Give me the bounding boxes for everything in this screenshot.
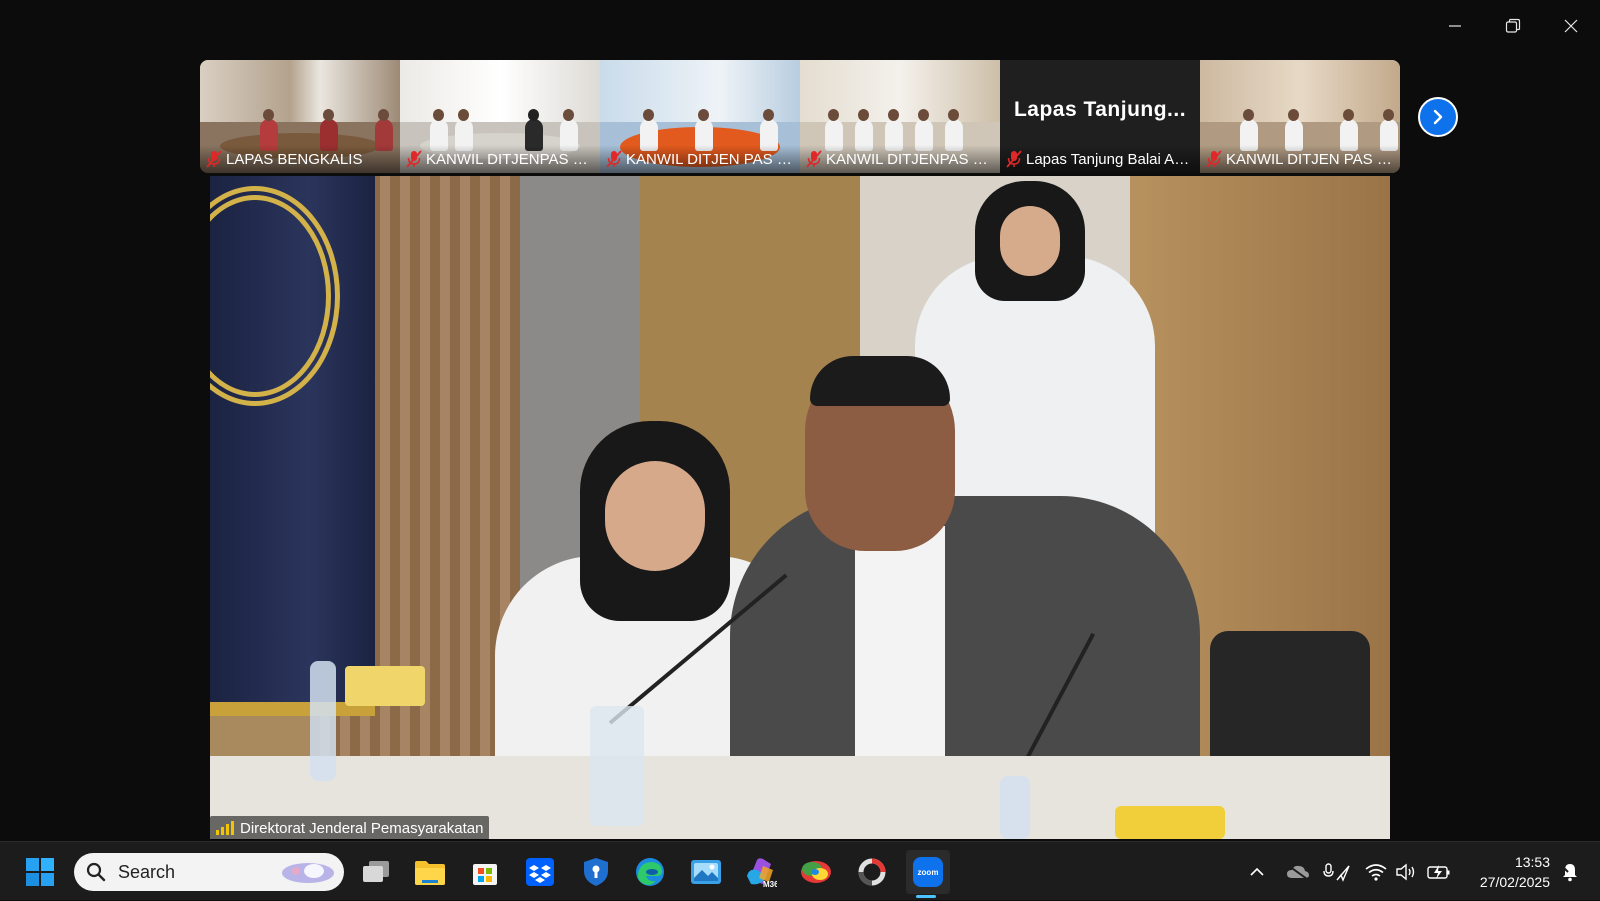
- cloud-off-icon: [1287, 864, 1309, 880]
- wifi-icon: [1365, 863, 1387, 881]
- edge-icon: [636, 858, 664, 886]
- clock[interactable]: 13:53 27/02/2025: [1480, 852, 1550, 892]
- folder-icon: [415, 861, 445, 885]
- bitwarden-button[interactable]: [576, 852, 616, 892]
- main-speaker-name-label: Direktorat Jenderal Pemasyarakatan: [210, 816, 490, 840]
- notification-bell-icon: [1561, 863, 1577, 881]
- main-speaker-name: Direktorat Jenderal Pemasyarakatan: [240, 819, 484, 837]
- zoom-icon: zoom: [913, 857, 943, 887]
- onedrive-tray[interactable]: [1284, 842, 1312, 901]
- minimize-icon: [1449, 25, 1461, 27]
- minimize-button[interactable]: [1426, 0, 1484, 52]
- participant-name: KANWIL DITJEN PAS P...: [626, 150, 794, 168]
- mic-muted-icon: [1006, 150, 1022, 168]
- clock-time: 13:53: [1514, 854, 1550, 870]
- start-button[interactable]: [20, 852, 60, 892]
- color-wheel-icon: [801, 861, 831, 883]
- close-icon: [1564, 19, 1578, 33]
- mic-muted-icon: [1206, 150, 1222, 168]
- window-controls: [1426, 0, 1600, 52]
- speaker-icon: [1396, 863, 1415, 880]
- dropbox-icon: [526, 858, 554, 886]
- ring-app-button[interactable]: [852, 852, 892, 892]
- color-app-button[interactable]: [796, 852, 836, 892]
- clock-date: 27/02/2025: [1479, 874, 1550, 890]
- m365-icon: M365: [747, 858, 777, 888]
- participant-name-label: LAPAS BENGKALIS: [200, 145, 400, 173]
- volume-tray[interactable]: [1392, 842, 1420, 901]
- participant-name-label: Lapas Tanjung Balai As...: [1000, 145, 1200, 173]
- taskbar-search[interactable]: Search: [74, 853, 344, 891]
- chevron-right-icon: [1433, 109, 1443, 125]
- svg-text:zoom: zoom: [918, 868, 939, 877]
- microphone-location-icon: [1323, 862, 1350, 882]
- main-speaker-video[interactable]: [210, 176, 1390, 839]
- task-view-icon: [363, 861, 389, 882]
- participant-thumbnail[interactable]: KANWIL DITJENPAS S...: [800, 60, 1000, 173]
- next-page-button[interactable]: [1418, 97, 1458, 137]
- active-app-indicator: [916, 895, 936, 898]
- svg-text:M365: M365: [763, 880, 777, 888]
- notification-center-button[interactable]: [1554, 842, 1586, 901]
- zoom-button[interactable]: zoom: [906, 850, 950, 894]
- participant-name: Lapas Tanjung Balai As...: [1026, 150, 1194, 168]
- mic-location-tray[interactable]: [1322, 842, 1352, 901]
- microsoft-store-button[interactable]: [465, 852, 505, 892]
- close-button[interactable]: [1542, 0, 1600, 52]
- store-icon: [473, 864, 497, 885]
- ring-icon: [858, 858, 886, 886]
- photos-button[interactable]: [686, 852, 726, 892]
- mic-muted-icon: [406, 150, 422, 168]
- participant-name: KANWIL DITJEN PAS B...: [1226, 150, 1394, 168]
- participant-thumbnail-video-off[interactable]: Lapas Tanjung... Lapas Tanjung Balai As.…: [1000, 60, 1200, 173]
- participant-thumbnail[interactable]: KANWIL DITJEN PAS P...: [600, 60, 800, 173]
- dropbox-button[interactable]: [520, 852, 560, 892]
- participant-name-label: KANWIL DITJEN PAS P...: [600, 145, 800, 173]
- participant-name-label: KANWIL DITJEN PAS B...: [1200, 145, 1400, 173]
- battery-charging-icon: [1427, 864, 1450, 879]
- participant-thumbnail[interactable]: LAPAS BENGKALIS: [200, 60, 400, 173]
- shield-icon: [584, 858, 608, 886]
- wifi-tray[interactable]: [1362, 842, 1390, 901]
- participant-thumbnail-strip: LAPAS BENGKALIS KANWIL DITJENPAS S... KA…: [200, 60, 1400, 173]
- search-placeholder: Search: [118, 861, 176, 882]
- participant-thumbnail[interactable]: KANWIL DITJENPAS S...: [400, 60, 600, 173]
- participant-name-label: KANWIL DITJENPAS S...: [800, 145, 1000, 173]
- search-icon: [86, 862, 106, 882]
- participant-name: KANWIL DITJENPAS S...: [426, 150, 594, 168]
- windows-taskbar: Search M365 zoom: [0, 841, 1600, 900]
- windows-logo-icon: [26, 858, 54, 886]
- battery-tray[interactable]: [1424, 842, 1454, 901]
- file-explorer-button[interactable]: [410, 852, 450, 892]
- show-hidden-icons-button[interactable]: [1245, 842, 1269, 901]
- search-highlight-icon: [282, 863, 334, 883]
- chevron-up-icon: [1250, 867, 1264, 876]
- participant-name-label: KANWIL DITJENPAS S...: [400, 145, 600, 173]
- participant-name: LAPAS BENGKALIS: [226, 150, 363, 168]
- participant-initial-name: Lapas Tanjung...: [1013, 98, 1187, 121]
- edge-button[interactable]: [630, 852, 670, 892]
- participant-name: KANWIL DITJENPAS S...: [826, 150, 994, 168]
- photos-icon: [691, 860, 721, 884]
- mic-muted-icon: [806, 150, 822, 168]
- mic-muted-icon: [606, 150, 622, 168]
- restore-button[interactable]: [1484, 0, 1542, 52]
- restore-icon: [1505, 18, 1521, 33]
- m365-button[interactable]: M365: [740, 852, 780, 892]
- participant-thumbnail[interactable]: KANWIL DITJEN PAS B...: [1200, 60, 1400, 173]
- mic-muted-icon: [206, 150, 222, 168]
- signal-strength-icon: [216, 821, 234, 835]
- task-view-button[interactable]: [356, 852, 396, 892]
